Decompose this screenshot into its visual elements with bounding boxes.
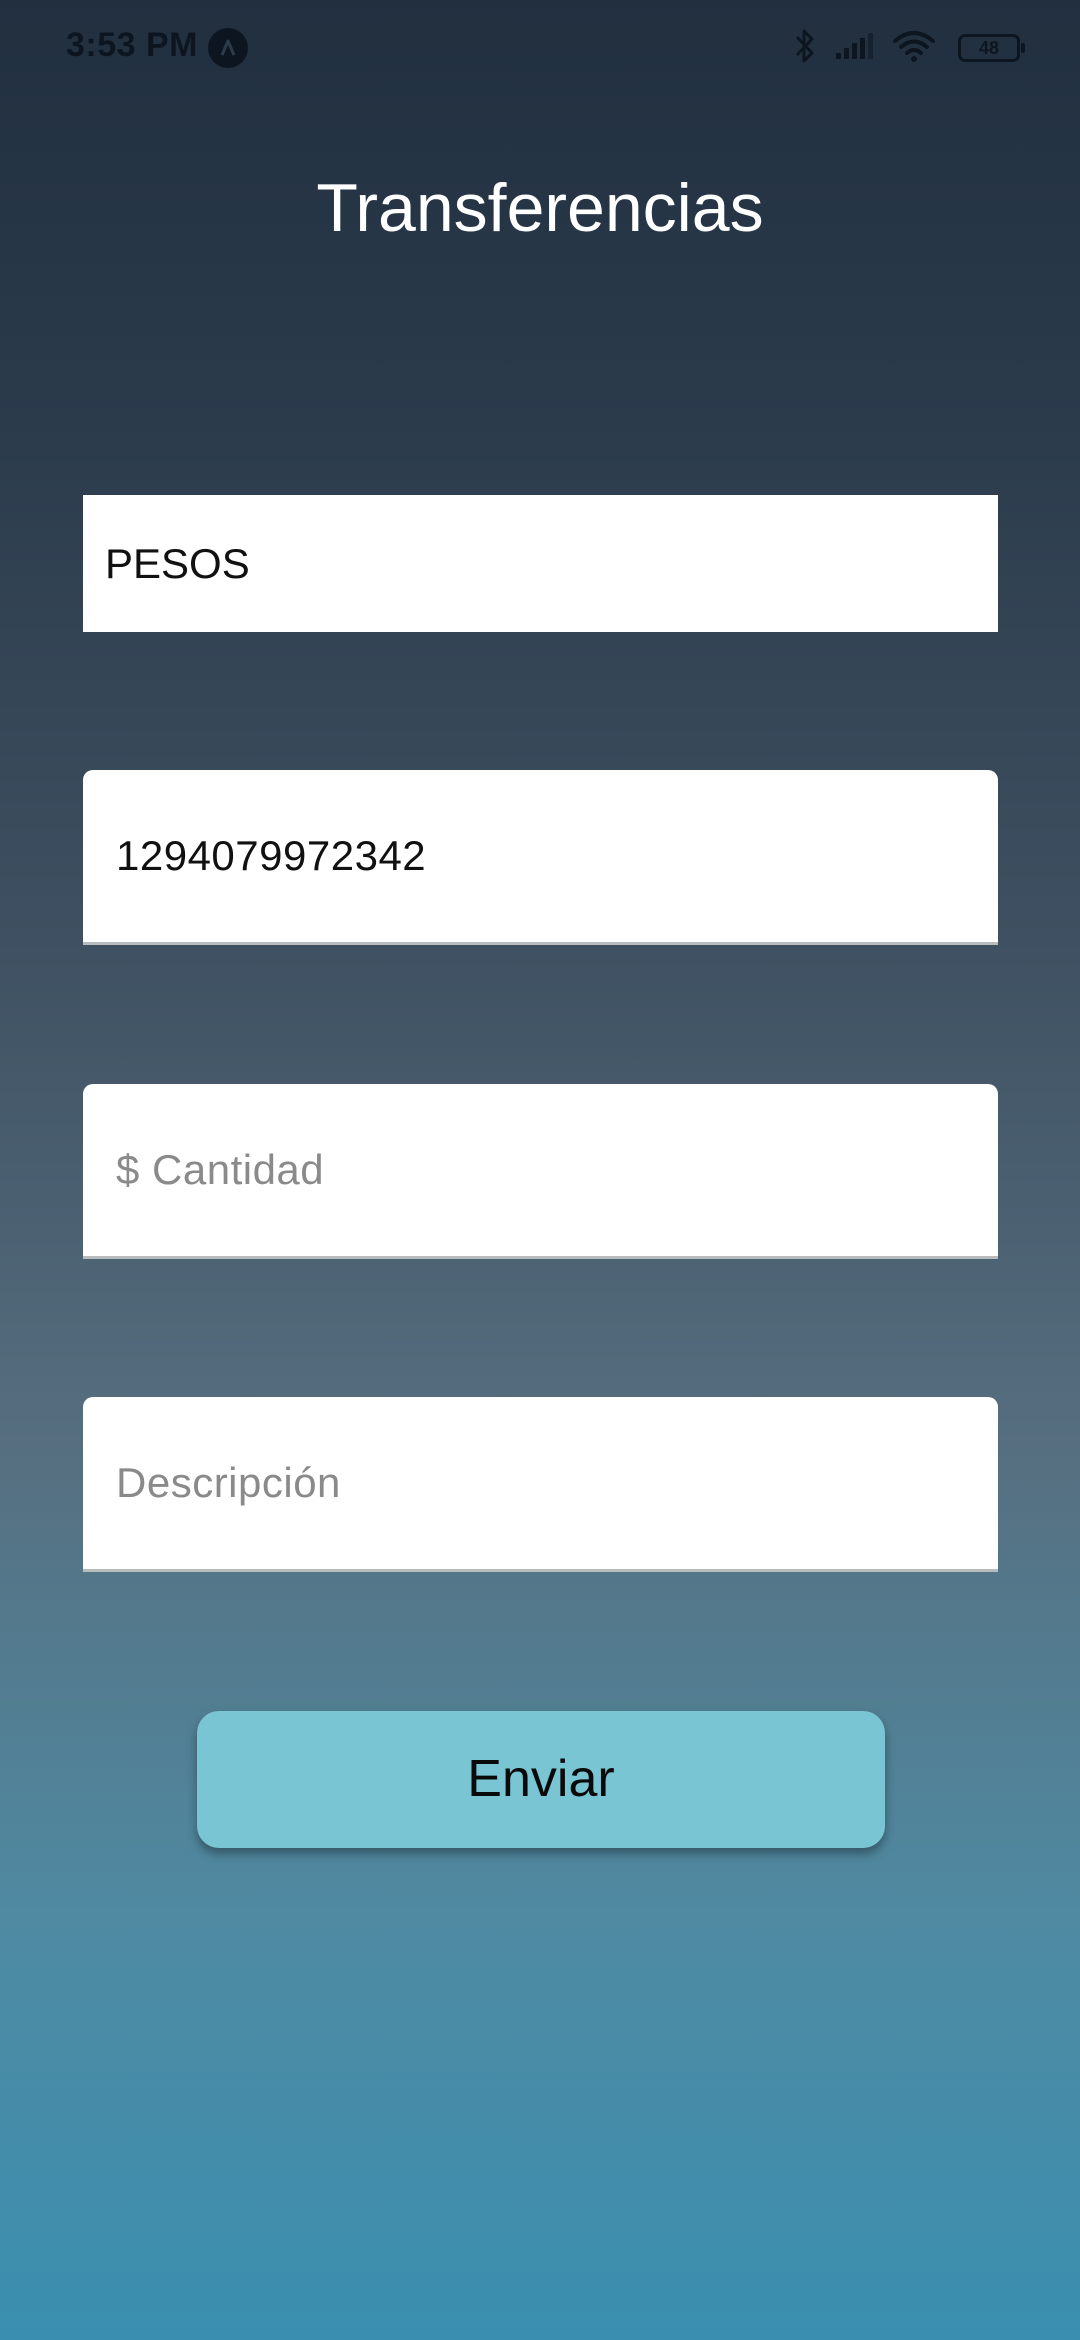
wifi-icon — [892, 29, 936, 68]
bluetooth-icon — [794, 27, 816, 70]
signal-icon — [834, 31, 874, 66]
page-title: Transferencias — [316, 170, 764, 246]
currency-value: PESOS — [105, 540, 250, 587]
status-time: 3:53 PM — [66, 26, 198, 64]
amount-field[interactable] — [83, 1084, 998, 1259]
currency-select[interactable]: PESOS — [83, 495, 998, 632]
account-field[interactable] — [83, 770, 998, 945]
amount-input[interactable] — [116, 1084, 966, 1256]
account-input[interactable] — [116, 770, 966, 942]
status-icons: 48 — [776, 27, 1025, 70]
status-bar: 3:53 PM 48 — [0, 0, 1080, 96]
send-button[interactable]: Enviar — [197, 1711, 885, 1848]
battery-icon: 48 — [958, 34, 1025, 62]
app-notification-icon — [208, 28, 248, 68]
description-field[interactable] — [83, 1397, 998, 1572]
description-input[interactable] — [116, 1397, 966, 1569]
battery-level: 48 — [978, 38, 1000, 58]
